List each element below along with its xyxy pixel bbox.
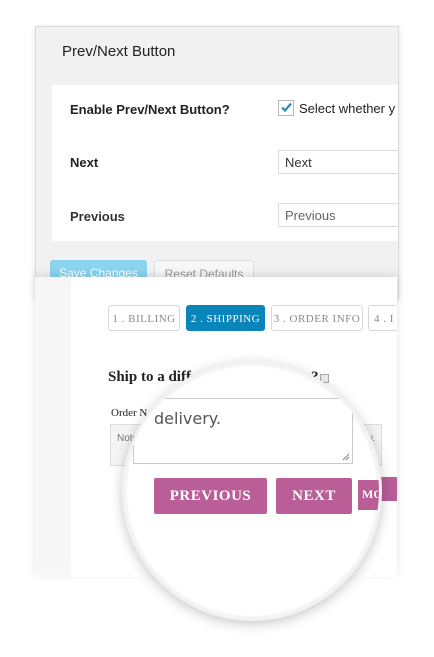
- step-order-info-tab[interactable]: 3 . ORDER INFO: [271, 305, 363, 331]
- step-billing-tab[interactable]: 1 . BILLING: [108, 305, 180, 331]
- next-label: Next: [70, 155, 99, 170]
- resize-handle-icon[interactable]: [341, 452, 350, 461]
- settings-panel: Prev/Next Button Enable Prev/Next Button…: [35, 26, 399, 298]
- previous-button[interactable]: PREVIOUS: [154, 478, 267, 514]
- zoomed-order-notes-textarea[interactable]: delivery.: [133, 398, 353, 464]
- more-button-edge[interactable]: [380, 477, 397, 501]
- previous-text-field[interactable]: Previous: [278, 203, 398, 227]
- magnifier-lens: delivery. PREVIOUS NEXT MO: [122, 361, 382, 621]
- zoomed-more-button-edge[interactable]: MO: [358, 480, 382, 510]
- step-4-tab[interactable]: 4 . I: [368, 305, 397, 331]
- next-button[interactable]: NEXT: [276, 478, 352, 514]
- zoomed-more-button-label: MO: [362, 487, 382, 501]
- checkmark-icon: [281, 102, 292, 113]
- settings-title: Prev/Next Button: [62, 43, 176, 60]
- enable-prev-next-label: Enable Prev/Next Button?: [70, 102, 230, 117]
- previous-label: Previous: [70, 209, 125, 224]
- enable-prev-next-description: Select whether y: [299, 101, 396, 116]
- enable-prev-next-checkbox[interactable]: [278, 100, 294, 116]
- step-shipping-tab[interactable]: 2 . SHIPPING: [186, 305, 265, 331]
- settings-form: Enable Prev/Next Button? Select whether …: [52, 85, 398, 241]
- next-text-field[interactable]: Next: [278, 150, 398, 174]
- zoomed-textarea-text: delivery.: [154, 409, 222, 428]
